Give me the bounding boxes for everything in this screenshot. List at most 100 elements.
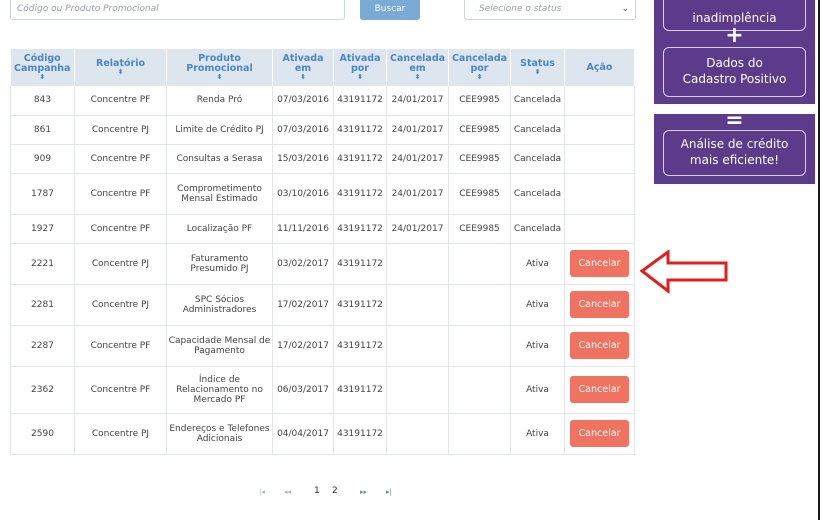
col-header-codigo[interactable]: Código Campanha ⬍ xyxy=(10,49,75,86)
plus-icon: + xyxy=(725,23,744,48)
cell-ativada-por: 43191172 xyxy=(333,214,387,244)
cell-status: Ativa xyxy=(510,413,565,455)
table-row: 843 Concentre PF Renda Pró 07/03/2016 43… xyxy=(10,86,635,116)
cell-acao xyxy=(564,214,635,244)
cell-cancelada-por: CEE9985 xyxy=(448,173,511,215)
cell-ativada-por: 43191172 xyxy=(333,413,387,455)
cell-status: Cancelada xyxy=(510,115,565,145)
col-header-ativada-em[interactable]: Ativada em ⬍ xyxy=(272,49,334,86)
cell-relatorio: Concentre PF xyxy=(74,366,167,414)
cell-relatorio: Concentre PJ xyxy=(74,243,167,285)
cell-acao: Cancelar xyxy=(564,243,635,285)
cancel-button[interactable]: Cancelar xyxy=(570,250,629,277)
cancel-button[interactable]: Cancelar xyxy=(570,291,629,318)
cell-status: Cancelada xyxy=(510,214,565,244)
cell-cancelada-por xyxy=(448,366,511,414)
cell-status: Cancelada xyxy=(510,144,565,174)
cell-status: Cancelada xyxy=(510,173,565,215)
cell-produto: Comprometimento Mensal Estimado xyxy=(166,173,273,215)
cell-ativada-por: 43191172 xyxy=(333,325,387,367)
cell-acao: Cancelar xyxy=(564,284,635,326)
table-row: 2362 Concentre PF Índice de Relacionamen… xyxy=(10,366,635,414)
promo-card-top: inadimplência + Dados do Cadastro Positi… xyxy=(654,0,815,104)
cell-codigo: 843 xyxy=(10,86,75,116)
promo-text-cadastro-positivo: Cadastro Positivo xyxy=(682,72,787,86)
cell-produto: Consultas a Serasa xyxy=(166,144,273,174)
cell-ativada-em: 07/03/2016 xyxy=(272,86,334,116)
col-header-relatorio[interactable]: Relatório ⬍ xyxy=(74,49,167,86)
cell-codigo: 909 xyxy=(10,144,75,174)
table-row: 861 Concentre PJ Limite de Crédito PJ 07… xyxy=(10,115,635,145)
sort-icon[interactable]: ⬍ xyxy=(388,74,447,81)
col-header-produto[interactable]: Produto Promocional ⬍ xyxy=(166,49,273,86)
chevron-down-icon: ⌄ xyxy=(621,4,629,14)
cell-ativada-por: 43191172 xyxy=(333,144,387,174)
cell-codigo: 2362 xyxy=(10,366,75,414)
table-row: 909 Concentre PF Consultas a Serasa 15/0… xyxy=(10,144,635,174)
cell-ativada-por: 43191172 xyxy=(333,115,387,145)
status-select[interactable]: Selecione o status ⌄ xyxy=(464,0,636,20)
last-page-button[interactable]: ▸| xyxy=(386,488,392,496)
col-header-ativada-por[interactable]: Ativada por ⬍ xyxy=(333,49,387,86)
cell-relatorio: Concentre PF xyxy=(74,325,167,367)
cell-produto: SPC Sócios Administradores xyxy=(166,284,273,326)
cell-codigo: 1927 xyxy=(10,214,75,244)
cell-relatorio: Concentre PF xyxy=(74,214,167,244)
search-button[interactable]: Buscar xyxy=(360,0,420,20)
cell-ativada-por: 43191172 xyxy=(333,366,387,414)
table-row: 2221 Concentre PJ Faturamento Presumido … xyxy=(10,243,635,285)
page-2-link[interactable]: 2 xyxy=(332,486,338,496)
cell-status: Ativa xyxy=(510,366,565,414)
cell-ativada-em: 03/10/2016 xyxy=(272,173,334,215)
cell-codigo: 1787 xyxy=(10,173,75,215)
promo-text-analise: Análise de crédito xyxy=(680,137,789,151)
cell-cancelada-por: CEE9985 xyxy=(448,144,511,174)
cell-cancelada-em xyxy=(386,325,449,367)
cell-relatorio: Concentre PJ xyxy=(74,115,167,145)
cancel-button[interactable]: Cancelar xyxy=(570,420,629,447)
cell-relatorio: Concentre PF xyxy=(74,144,167,174)
cell-codigo: 2281 xyxy=(10,284,75,326)
cell-acao xyxy=(564,144,635,174)
sort-icon[interactable]: ⬍ xyxy=(335,74,385,81)
sort-icon[interactable]: ⬍ xyxy=(512,69,563,76)
next-page-button[interactable]: ▸▸ xyxy=(360,488,367,496)
cell-cancelada-em: 24/01/2017 xyxy=(386,115,449,145)
cell-ativada-por: 43191172 xyxy=(333,86,387,116)
sort-icon[interactable]: ⬍ xyxy=(168,74,271,81)
cell-ativada-em: 11/11/2016 xyxy=(272,214,334,244)
col-header-cancelada-por[interactable]: Cancelada por ⬍ xyxy=(448,49,511,86)
search-input[interactable]: Código ou Produto Promocional xyxy=(10,0,345,20)
prev-page-button[interactable]: ◂◂ xyxy=(284,488,291,496)
cell-ativada-em: 04/04/2017 xyxy=(272,413,334,455)
cancel-button[interactable]: Cancelar xyxy=(570,376,629,403)
first-page-button[interactable]: |◂ xyxy=(259,488,265,496)
cell-ativada-em: 15/03/2016 xyxy=(272,144,334,174)
promo-text-eficiente: mais eficiente! xyxy=(689,153,780,167)
cell-produto: Limite de Crédito PJ xyxy=(166,115,273,145)
cell-cancelada-em: 24/01/2017 xyxy=(386,86,449,116)
cancel-button[interactable]: Cancelar xyxy=(570,332,629,359)
cell-status: Cancelada xyxy=(510,86,565,116)
cell-cancelada-por: CEE9985 xyxy=(448,86,511,116)
cell-relatorio: Concentre PF xyxy=(74,173,167,215)
cell-produto: Índice de Relacionamento no Mercado PF xyxy=(166,366,273,414)
cell-ativada-em: 17/02/2017 xyxy=(272,325,334,367)
cell-ativada-em: 07/03/2016 xyxy=(272,115,334,145)
cell-relatorio: Concentre PJ xyxy=(74,284,167,326)
status-select-placeholder: Selecione o status xyxy=(479,4,562,14)
cell-acao xyxy=(564,115,635,145)
sort-icon[interactable]: ⬍ xyxy=(12,74,74,81)
sort-icon[interactable]: ⬍ xyxy=(274,74,332,81)
sort-icon[interactable]: ⬍ xyxy=(76,69,165,76)
cell-produto: Localização PF xyxy=(166,214,273,244)
page-1-link[interactable]: 1 xyxy=(314,486,320,496)
cell-produto: Capacidade Mensal de Pagamento xyxy=(166,325,273,367)
cell-codigo: 2287 xyxy=(10,325,75,367)
table-row: 2281 Concentre PJ SPC Sócios Administrad… xyxy=(10,284,635,326)
sort-icon[interactable]: ⬍ xyxy=(450,74,509,81)
page-edge-divider xyxy=(818,0,820,520)
cell-acao: Cancelar xyxy=(564,413,635,455)
col-header-status[interactable]: Status ⬍ xyxy=(510,49,565,86)
col-header-cancelada-em[interactable]: Cancelada em ⬍ xyxy=(386,49,449,86)
